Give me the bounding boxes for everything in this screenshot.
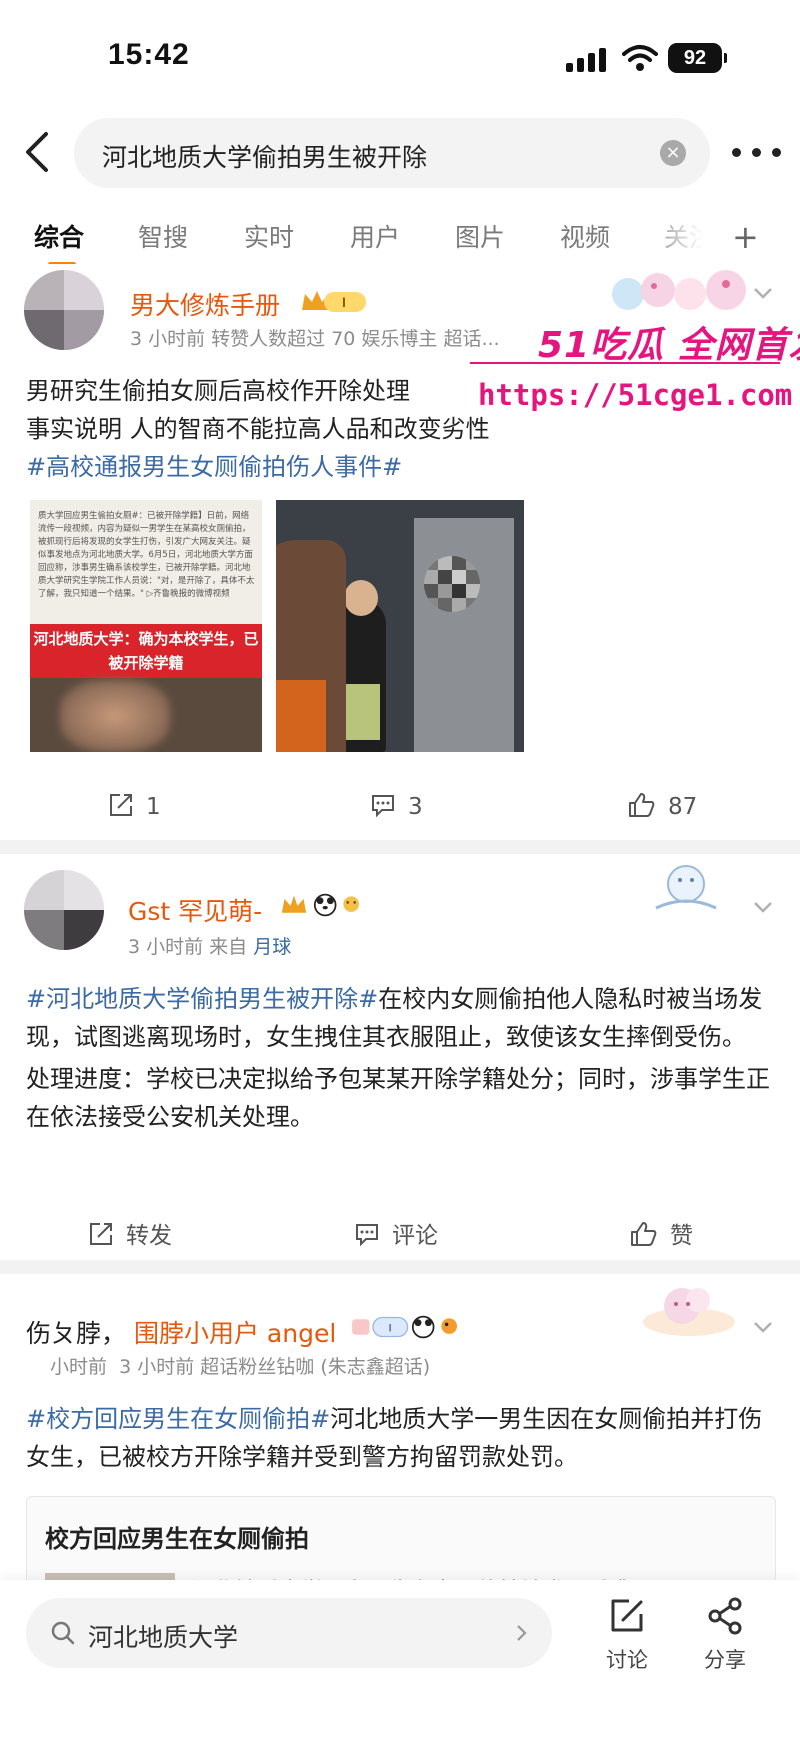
- post-meta: 小时前 3 小时前 超话粉丝钻咖 (朱志鑫超话): [50, 1352, 430, 1379]
- repost-icon: [110, 794, 132, 816]
- post-actions: 转发 评论 赞: [0, 1206, 800, 1256]
- image-person-head: [344, 580, 378, 616]
- comment-icon: [372, 795, 394, 818]
- share-button[interactable]: 分享: [690, 1596, 760, 1674]
- post-text-progress: 处理进度：学校已决定拟给予包某某开除学籍处分；同时，涉事学生正在依法接受公安机关…: [26, 1065, 770, 1131]
- back-button[interactable]: [18, 130, 58, 174]
- comment-button[interactable]: 3: [370, 792, 423, 820]
- image-person-legs: [340, 684, 380, 740]
- search-icon: [51, 1621, 75, 1645]
- repost-count: 1: [146, 794, 161, 820]
- tab-smart-search[interactable]: 智搜: [138, 218, 188, 254]
- clear-search-icon[interactable]: ×: [660, 140, 686, 166]
- user-name-main: 围脖小用户 angel: [133, 1319, 337, 1348]
- avatar[interactable]: [24, 870, 104, 950]
- card-decoration-icon: [612, 270, 746, 310]
- post-meta: 3 小时前 来自 月球: [128, 932, 291, 959]
- post-meta-detail: 3 小时前 超话粉丝钻咖 (朱志鑫超话): [119, 1356, 431, 1378]
- quoted-post-title: 校方回应男生在女厕偷拍: [45, 1525, 309, 1553]
- tab-fade: [640, 210, 720, 264]
- search-query: 河北地质大学偷拍男生被开除: [102, 143, 428, 172]
- user-name[interactable]: Gst 罕见萌-: [128, 892, 262, 928]
- share-icon: [708, 1597, 742, 1635]
- tab-videos[interactable]: 视频: [560, 218, 610, 254]
- post-text-line: 事实说明 人的智商不能拉高人品和改变劣性: [26, 415, 490, 443]
- card-decoration-icon: [655, 865, 717, 910]
- like-label: 赞: [670, 1223, 693, 1249]
- repost-button[interactable]: 转发: [88, 1216, 172, 1250]
- user-name-prefix: 伤ㄆ脖，: [26, 1319, 127, 1348]
- user-badges-icon: [281, 893, 359, 917]
- bottom-search-text: 河北地质大学: [88, 1623, 239, 1652]
- tab-comprehensive[interactable]: 综合: [34, 218, 84, 254]
- add-tab-icon[interactable]: +: [732, 218, 759, 256]
- comment-button[interactable]: 评论: [354, 1216, 438, 1250]
- like-icon: [631, 1222, 657, 1246]
- status-bar: 15:42 92: [0, 0, 800, 110]
- svg-text:I: I: [389, 1322, 392, 1334]
- post-image[interactable]: 质大学回应男生偷拍女厕#：已被开除学籍】日前，网络流传一段视频，内容为疑似一男学…: [30, 500, 262, 752]
- repost-icon: [90, 1223, 112, 1245]
- tab-realtime[interactable]: 实时: [244, 218, 294, 254]
- card-decoration-icon: [643, 1288, 735, 1336]
- wifi-icon: [622, 45, 658, 71]
- chevron-down-icon[interactable]: [752, 282, 774, 304]
- post-source-link[interactable]: 月球: [253, 936, 291, 958]
- hashtag-link[interactable]: #河北地质大学偷拍男生被开除#: [26, 985, 378, 1013]
- mosaic-blur: [424, 556, 480, 612]
- hashtag-link[interactable]: #校方回应男生在女厕偷拍#: [26, 1405, 330, 1433]
- repost-label: 转发: [126, 1223, 172, 1249]
- bottom-bar: 河北地质大学 讨论 分享: [0, 1580, 800, 1739]
- card-separator: [0, 840, 800, 854]
- search-tabs: 综合 智搜 实时 用户 图片 视频 关注 +: [0, 210, 800, 267]
- card-separator: [0, 1260, 800, 1274]
- like-count: 87: [668, 794, 698, 820]
- user-name[interactable]: 男大修炼手册: [130, 286, 280, 322]
- like-button[interactable]: 赞: [630, 1216, 693, 1250]
- image-banner-text: 河北地质大学：确为本校学生，已被开除学籍: [30, 624, 262, 678]
- share-label: 分享: [704, 1648, 746, 1672]
- svg-text:I: I: [342, 294, 346, 310]
- user-name[interactable]: 伤ㄆ脖， 围脖小用户 angel: [26, 1314, 336, 1350]
- post-actions: 1 3 87: [0, 782, 800, 832]
- comment-label: 评论: [392, 1223, 438, 1249]
- watermark-title: 51吃瓜 全网首发: [538, 325, 800, 366]
- discuss-label: 讨论: [606, 1648, 648, 1672]
- image-door: [414, 518, 514, 752]
- like-button[interactable]: 87: [628, 792, 697, 820]
- post-meta: 3 小时前 转赞人数超过 70 娱乐博主 超话...: [130, 328, 500, 350]
- post-image[interactable]: [276, 500, 524, 752]
- post-meta-truncated: 小时前: [50, 1356, 108, 1378]
- status-time: 15:42: [108, 38, 190, 71]
- user-badges-icon: I: [352, 1315, 457, 1339]
- like-icon: [629, 793, 655, 817]
- image-caption-text: 质大学回应男生偷拍女厕#：已被开除学籍】日前，网络流传一段视频，内容为疑似一男学…: [38, 511, 255, 599]
- vip-badge-icon: I: [302, 291, 366, 312]
- image-blur: [60, 680, 170, 752]
- tab-users[interactable]: 用户: [350, 218, 400, 254]
- edit-icon: [611, 1599, 643, 1632]
- post-meta-time: 3 小时前 来自: [128, 936, 248, 958]
- chevron-down-icon[interactable]: [752, 1316, 774, 1338]
- bottom-search-bar[interactable]: 河北地质大学: [26, 1598, 552, 1668]
- comment-icon: [356, 1224, 378, 1247]
- more-icon[interactable]: [732, 148, 784, 158]
- image-foreground-shirt: [276, 680, 326, 752]
- avatar[interactable]: [24, 270, 104, 350]
- post-text: #校方回应男生在女厕偷拍#河北地质大学一男生因在女厕偷拍并打伤女生，已被校方开除…: [26, 1400, 778, 1476]
- tab-images[interactable]: 图片: [455, 218, 505, 254]
- repost-button[interactable]: 1: [108, 792, 161, 820]
- comment-count: 3: [408, 794, 423, 820]
- post-text: #河北地质大学偷拍男生被开除#在校内女厕偷拍他人隐私时被当场发现，试图逃离现场时…: [26, 980, 778, 1136]
- signal-icon: [566, 46, 610, 72]
- search-input[interactable]: 河北地质大学偷拍男生被开除 ×: [74, 118, 710, 188]
- watermark-url: https://51cge1.com: [478, 378, 793, 412]
- hashtag-link[interactable]: #高校通报男生女厕偷拍伤人事件#: [26, 448, 786, 486]
- battery-icon: 92: [668, 43, 727, 73]
- chevron-right-icon: [517, 1625, 527, 1641]
- discuss-button[interactable]: 讨论: [592, 1596, 662, 1674]
- chevron-down-icon[interactable]: [752, 896, 774, 918]
